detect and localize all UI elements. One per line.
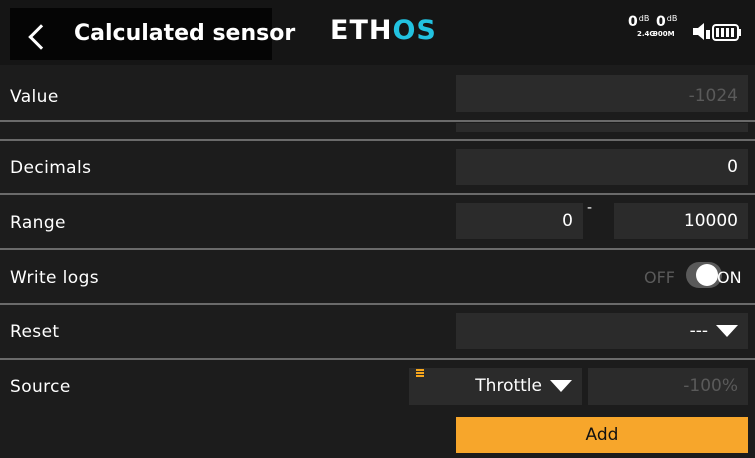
page-title: Calculated sensor	[74, 21, 296, 46]
toggle-knob[interactable]	[696, 264, 718, 286]
ethos-logo: ETHOS	[330, 15, 437, 46]
value-field-extension	[456, 123, 748, 132]
dropdown-arrow-icon	[716, 325, 738, 337]
divider	[0, 248, 755, 250]
dropdown-arrow-icon	[550, 380, 572, 392]
menu-icon[interactable]	[416, 369, 424, 377]
speaker-icon[interactable]	[692, 22, 713, 41]
value-label: Value	[10, 87, 59, 107]
range-max-field[interactable]: 10000	[614, 203, 748, 239]
value-field: -1024	[456, 75, 748, 112]
chevron-left-icon	[28, 24, 54, 50]
add-button[interactable]: Add	[456, 417, 748, 453]
source-value-field: -100%	[588, 368, 748, 405]
divider	[0, 120, 755, 122]
source-selected: Throttle	[475, 376, 542, 396]
divider	[0, 358, 755, 360]
reset-dropdown[interactable]: ---	[456, 313, 748, 349]
decimals-field[interactable]: 0	[456, 149, 748, 185]
range-separator: -	[587, 200, 593, 216]
screen: Calculated sensor ETHOS 0dB 2.4G 0dB 900…	[0, 0, 755, 458]
battery-icon	[712, 24, 741, 41]
divider	[0, 303, 755, 305]
divider	[0, 139, 755, 141]
back-button[interactable]: Calculated sensor	[10, 8, 295, 60]
rssi-2g4: 0dB 2.4G	[628, 14, 656, 38]
rssi-900m: 0dB 900M	[653, 14, 678, 38]
header-bar: Calculated sensor ETHOS 0dB 2.4G 0dB 900…	[0, 0, 755, 65]
toggle-on-label: ON	[717, 268, 742, 287]
range-label: Range	[10, 213, 66, 233]
source-dropdown[interactable]: Throttle	[409, 368, 582, 405]
toggle-off-label: OFF	[644, 268, 675, 287]
reset-label: Reset	[10, 322, 60, 342]
range-min-field[interactable]: 0	[456, 203, 583, 239]
source-label: Source	[10, 377, 71, 397]
reset-selected: ---	[689, 321, 708, 341]
write-logs-label: Write logs	[10, 268, 100, 288]
divider	[0, 193, 755, 195]
decimals-label: Decimals	[10, 158, 92, 178]
